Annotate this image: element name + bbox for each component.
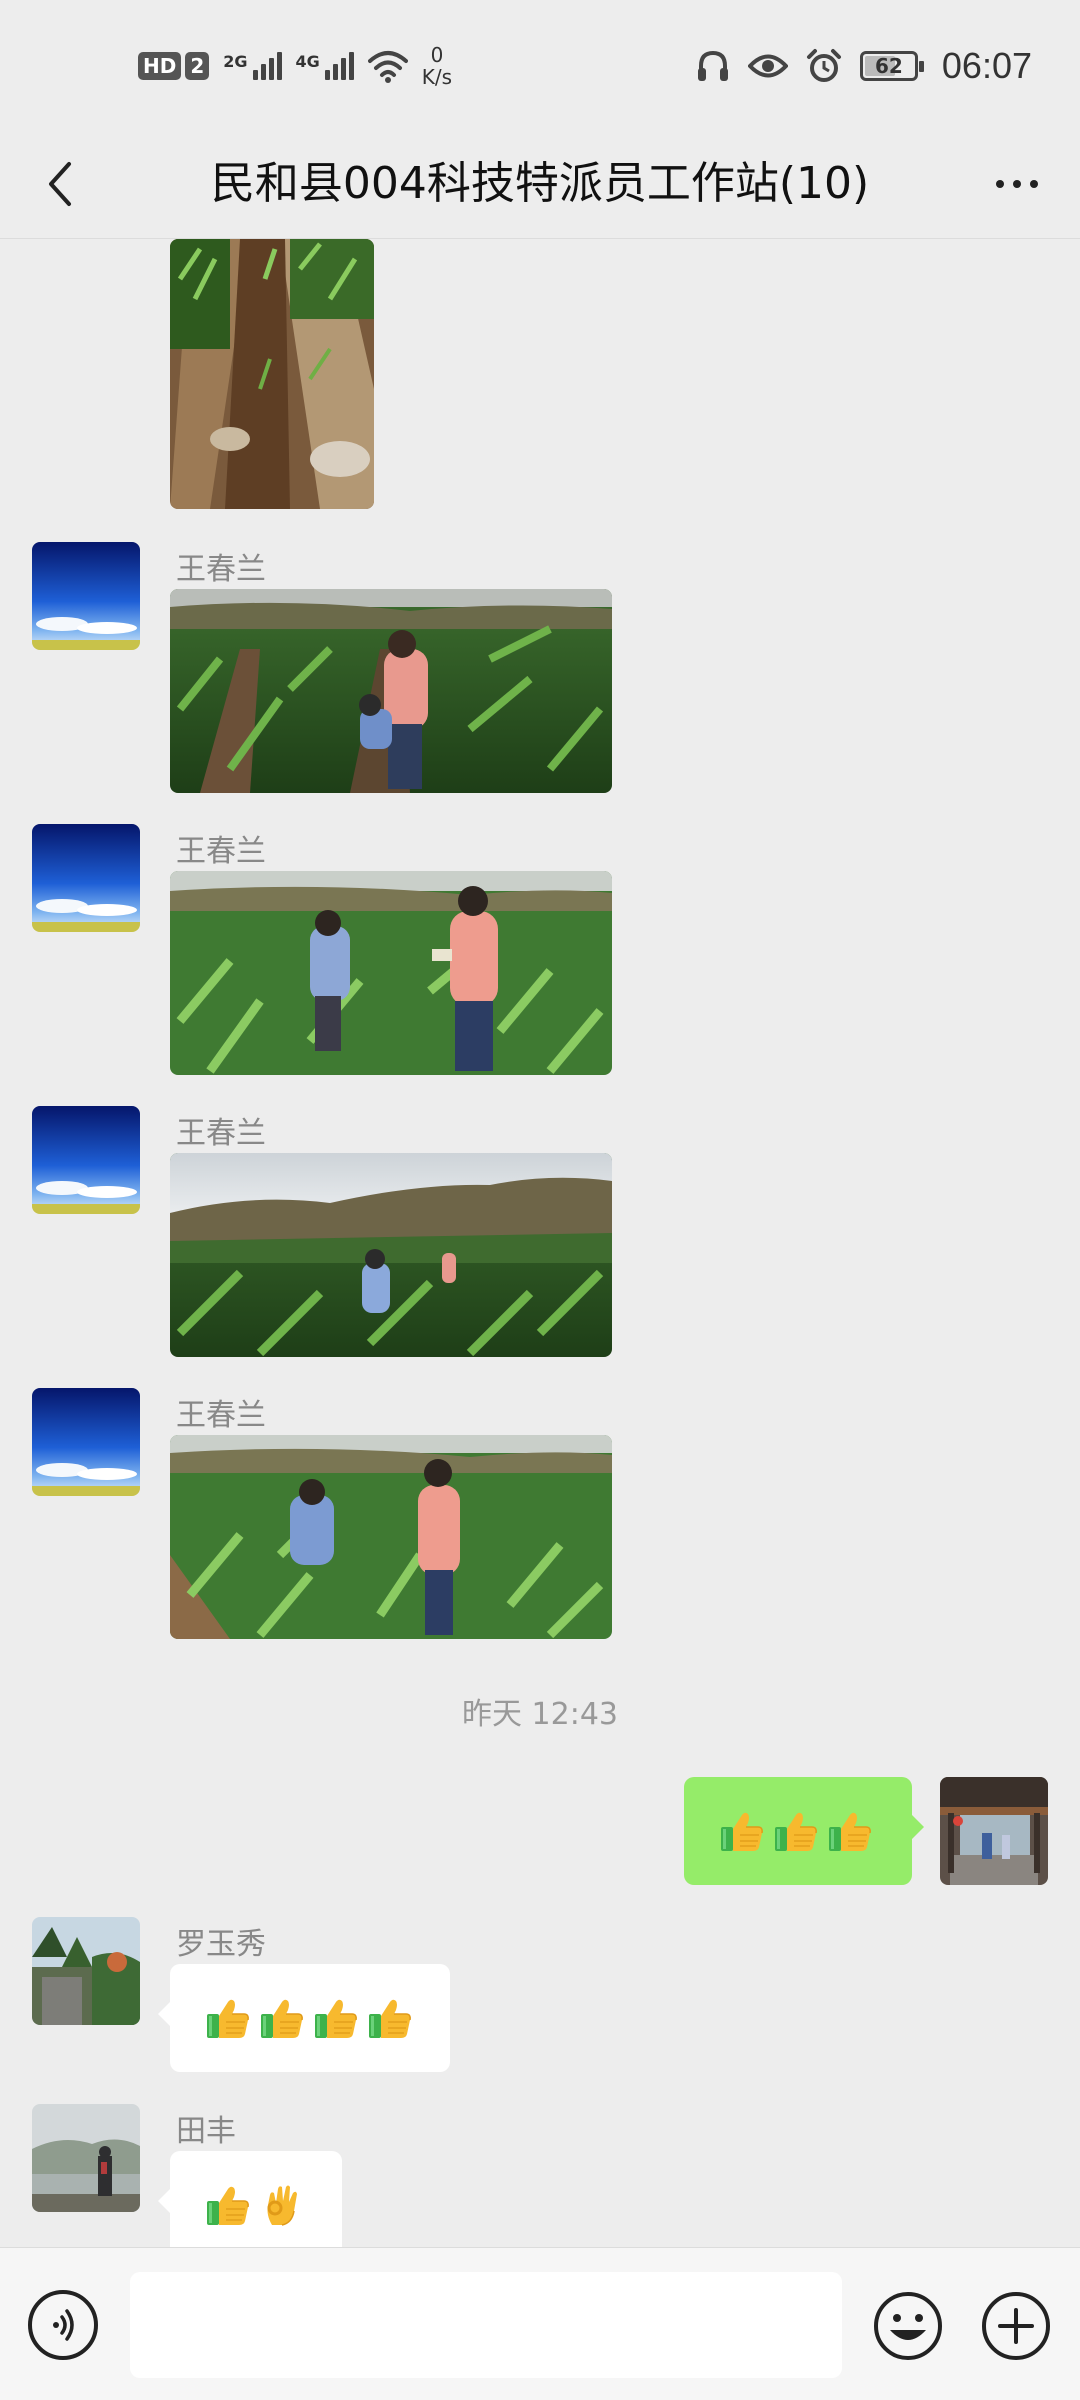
input-bar — [0, 2247, 1080, 2400]
blue-sky-avatar — [32, 1388, 140, 1496]
garden-photo-avatar — [32, 1917, 140, 2025]
cornfield-photo-3 — [170, 1153, 612, 1357]
avatar[interactable] — [32, 824, 140, 932]
status-bar-right: 62 06:07 — [696, 38, 1032, 94]
avatar[interactable] — [32, 542, 140, 650]
thumbs-up-icon — [312, 1994, 360, 2042]
back-button[interactable] — [30, 154, 90, 214]
avatar[interactable] — [32, 1106, 140, 1214]
sender-name: 王春兰 — [176, 834, 266, 869]
headphones-icon — [697, 50, 728, 81]
thumbs-up-icon — [204, 1994, 252, 2042]
status-bar: HD 2 2G 4G 0 K/s 62 06:07 — [0, 0, 1080, 130]
time-separator: 昨天 12:43 — [462, 1697, 618, 1732]
sim-number: 2 — [185, 52, 210, 80]
sender-name: 王春兰 — [176, 1116, 266, 1151]
pavilion-photo-avatar — [940, 1777, 1048, 1885]
hd-label: HD — [138, 52, 182, 80]
more-icon — [996, 180, 1004, 188]
battery-icon: 62 — [859, 51, 924, 81]
voice-button[interactable] — [28, 2290, 98, 2360]
thumbs-up-icon — [718, 1807, 766, 1855]
signal-icon: 2G — [223, 52, 282, 80]
sender-name: 罗玉秀 — [176, 1927, 266, 1962]
voice-icon — [53, 2309, 74, 2341]
sender-name: 王春兰 — [176, 1398, 266, 1433]
avatar[interactable] — [32, 1388, 140, 1496]
cornfield-photo-2 — [170, 871, 612, 1075]
speed-unit: K/s — [421, 65, 453, 89]
lakeside-photo-avatar — [32, 2104, 140, 2212]
message-image[interactable] — [170, 871, 612, 1075]
blue-sky-avatar — [32, 824, 140, 932]
message-image[interactable] — [170, 1153, 612, 1357]
emoji-button[interactable] — [872, 2290, 944, 2362]
network-speed: 0 K/s — [422, 44, 452, 88]
blue-sky-avatar — [32, 1106, 140, 1214]
thumbs-up-icon — [772, 1807, 820, 1855]
ok-hand-icon — [258, 2181, 306, 2229]
chat-title: 民和县004科技特派员工作站(10) — [210, 158, 870, 209]
emoji-row — [170, 2181, 340, 2229]
seedling-rows-photo — [170, 239, 374, 509]
emoji-row — [684, 1807, 908, 1855]
message-image[interactable] — [170, 589, 612, 793]
network-gen-2: 4G — [295, 52, 320, 71]
thumbs-up-icon — [366, 1994, 414, 2042]
alarm-icon — [806, 49, 841, 82]
emoji-row — [170, 1994, 448, 2042]
more-button[interactable] — [982, 154, 1052, 214]
cornfield-photo-4 — [170, 1435, 612, 1639]
thumbs-up-icon — [826, 1807, 874, 1855]
plus-icon — [982, 2292, 1050, 2360]
network-gen-1: 2G — [223, 52, 248, 71]
message-input[interactable] — [130, 2272, 842, 2378]
my-avatar[interactable] — [940, 1777, 1048, 1885]
sender-name: 王春兰 — [176, 552, 266, 587]
cornfield-photo-1 — [170, 589, 612, 793]
avatar[interactable] — [32, 1917, 140, 2025]
chat-header: 民和县004科技特派员工作站(10) — [0, 130, 1080, 239]
my-message-bubble[interactable] — [684, 1777, 924, 1885]
status-time: 06:07 — [941, 45, 1032, 86]
message-bubble[interactable] — [158, 1964, 450, 2072]
message-image[interactable] — [170, 239, 374, 509]
status-bar-left: HD 2 2G 4G 0 K/s — [138, 38, 452, 94]
signal-icon: 4G — [296, 52, 354, 80]
hd-badge: HD 2 — [138, 52, 210, 80]
plus-button[interactable] — [980, 2290, 1052, 2362]
chevron-left-icon — [49, 162, 71, 206]
sender-name: 田丰 — [176, 2114, 236, 2149]
eye-icon — [747, 54, 788, 78]
chat-screen: HD 2 2G 4G 0 K/s 62 06:07 民和县004科技特派员工作站… — [0, 0, 1080, 2400]
message-image[interactable] — [170, 1435, 612, 1639]
blue-sky-avatar — [32, 542, 140, 650]
wifi-icon — [367, 51, 408, 83]
message-list[interactable]: 王春兰 王春兰 王春兰 王春兰 昨天 12:43 罗玉秀 田丰 — [0, 239, 1080, 2247]
thumbs-up-icon — [204, 2181, 252, 2229]
thumbs-up-icon — [258, 1994, 306, 2042]
emoji-icon — [874, 2292, 942, 2360]
message-bubble[interactable] — [158, 2151, 342, 2247]
speed-value: 0 — [430, 43, 444, 67]
avatar[interactable] — [32, 2104, 140, 2212]
battery-level: 62 — [874, 54, 903, 78]
